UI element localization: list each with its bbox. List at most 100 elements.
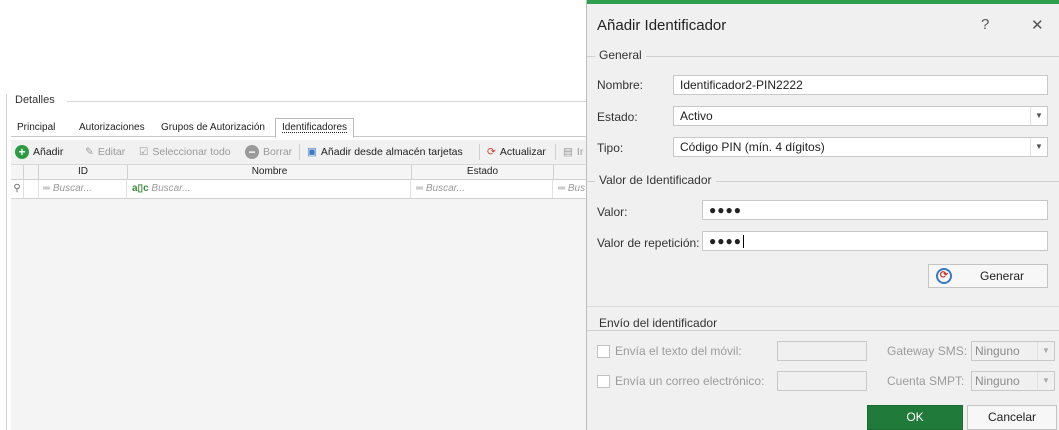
- details-panel: Detalles Principal Autorizaciones Grupos…: [6, 94, 607, 430]
- grid-body[interactable]: [11, 199, 607, 430]
- tab-principal[interactable]: Principal: [15, 120, 57, 136]
- send-section-outer-line: [587, 306, 1059, 307]
- edit-button[interactable]: ✎ Editar: [85, 144, 125, 160]
- tab-autorizaciones[interactable]: Autorizaciones: [77, 120, 147, 136]
- value-section-caption: Valor de Identificador: [595, 173, 716, 187]
- smtp-account-dropdown[interactable]: Ninguno ▼: [971, 371, 1055, 391]
- chevron-down-icon[interactable]: ▼: [1030, 107, 1047, 125]
- send-section-line: [587, 330, 1059, 331]
- filter-check-cell: [24, 180, 39, 198]
- import-icon: ▤: [563, 146, 573, 158]
- general-section-line: [587, 56, 1059, 57]
- gateway-sms-label: Gateway SMS:: [887, 344, 968, 358]
- truncated-button-label: Ir: [576, 146, 584, 158]
- smtp-account-value: Ninguno: [975, 374, 1020, 388]
- filter-id[interactable]: ═ Buscar...: [39, 180, 127, 198]
- tab-grupos-autorizacion[interactable]: Grupos de Autorización: [159, 120, 267, 136]
- filter-id-placeholder: Buscar...: [52, 183, 92, 194]
- repeat-value-password-field[interactable]: ●●●●: [702, 231, 1048, 251]
- column-header-estado[interactable]: Estado: [412, 165, 554, 179]
- add-button-label: Añadir: [33, 146, 64, 158]
- repeat-value-label: Valor de repetición:: [597, 236, 700, 250]
- select-all-button[interactable]: ☑ Seleccionar todo: [139, 144, 231, 160]
- toolbar: + Añadir ✎ Editar ☑ Seleccionar todo − B…: [11, 140, 607, 165]
- add-identifier-dialog: Añadir Identificador ? ✕ General Nombre:…: [586, 0, 1059, 430]
- chevron-down-icon[interactable]: ▼: [1037, 342, 1054, 360]
- toolbar-separator: [299, 144, 300, 160]
- delete-button[interactable]: − Borrar: [245, 144, 292, 160]
- minus-icon: −: [245, 145, 259, 159]
- delete-button-label: Borrar: [263, 146, 293, 158]
- details-group-title: Detalles: [13, 94, 57, 106]
- card-store-icon: ▣: [307, 146, 317, 158]
- grid-header: ID Nombre Estado: [11, 165, 607, 180]
- equals-icon: ═: [43, 183, 53, 194]
- filter-estado[interactable]: ═ Buscar...: [412, 180, 553, 198]
- generate-button-label: Generar: [979, 269, 1025, 283]
- text-filter-icon: a▯c: [132, 183, 152, 194]
- check-header: [24, 165, 39, 179]
- type-label: Tipo:: [597, 141, 624, 155]
- chevron-down-icon[interactable]: ▼: [1037, 372, 1054, 390]
- value-label: Valor:: [597, 205, 628, 219]
- send-section-caption: Envío del identificador: [595, 316, 722, 330]
- gateway-sms-value: Ninguno: [975, 344, 1020, 358]
- pencil-icon: ✎: [85, 146, 94, 158]
- truncated-button[interactable]: ▤ Ir: [563, 144, 583, 160]
- group-divider: [67, 101, 607, 102]
- refresh-icon: ⟳: [487, 146, 496, 158]
- generate-button[interactable]: ⟳ Generar: [928, 264, 1048, 288]
- type-dropdown[interactable]: Código PIN (mín. 4 dígitos) ▼: [673, 137, 1048, 157]
- grid-filter-row: ⚲ ═ Buscar... a▯c Buscar... ═ Buscar... …: [11, 180, 607, 199]
- gateway-sms-dropdown[interactable]: Ninguno ▼: [971, 341, 1055, 361]
- refresh-button-label: Actualizar: [499, 146, 546, 158]
- add-from-store-button[interactable]: ▣ Añadir desde almacén tarjetas: [307, 144, 463, 160]
- sms-text-field[interactable]: [777, 341, 867, 361]
- value-mask: ●●●●: [709, 203, 742, 217]
- send-sms-checkbox[interactable]: [597, 345, 610, 358]
- text-caret: [743, 235, 744, 249]
- column-header-id[interactable]: ID: [39, 165, 128, 179]
- status-label: Estado:: [597, 110, 638, 124]
- name-label: Nombre:: [597, 78, 644, 92]
- select-all-label: Seleccionar todo: [152, 146, 231, 158]
- send-email-label: Envía un correo electrónico:: [615, 374, 765, 388]
- dialog-title: Añadir Identificador: [597, 17, 727, 34]
- chevron-down-icon[interactable]: ▼: [1030, 138, 1047, 156]
- add-button[interactable]: + Añadir: [15, 144, 63, 160]
- plus-icon: +: [15, 145, 29, 159]
- equals-icon: ═: [416, 183, 426, 194]
- email-field[interactable]: [777, 371, 867, 391]
- filter-truncated-placeholder: Bus: [567, 183, 586, 194]
- general-section-caption: General: [595, 48, 646, 62]
- add-from-store-label: Añadir desde almacén tarjetas: [320, 146, 463, 158]
- send-sms-label: Envía el texto del móvil:: [615, 344, 742, 358]
- cancel-button[interactable]: Cancelar: [967, 405, 1057, 430]
- column-header-nombre[interactable]: Nombre: [128, 165, 412, 179]
- refresh-button[interactable]: ⟳ Actualizar: [487, 144, 546, 160]
- repeat-value-mask: ●●●●: [709, 234, 742, 248]
- help-icon[interactable]: ?: [981, 16, 989, 33]
- status-value: Activo: [680, 109, 713, 123]
- filter-nombre-placeholder: Buscar...: [151, 183, 191, 194]
- select-all-icon: ☑: [139, 146, 149, 158]
- smtp-account-label: Cuenta SMPT:: [887, 374, 965, 388]
- send-email-checkbox[interactable]: [597, 375, 610, 388]
- filter-nombre[interactable]: a▯c Buscar...: [128, 180, 411, 198]
- type-value: Código PIN (mín. 4 dígitos): [680, 140, 825, 154]
- equals-icon: ═: [558, 183, 568, 194]
- toolbar-separator: [555, 144, 556, 160]
- name-field[interactable]: Identificador2-PIN2222: [673, 75, 1048, 95]
- dialog-top-accent: [587, 0, 1059, 4]
- tab-strip: Principal Autorizaciones Grupos de Autor…: [11, 118, 607, 138]
- status-dropdown[interactable]: Activo ▼: [673, 106, 1048, 126]
- filter-estado-placeholder: Buscar...: [425, 183, 465, 194]
- value-password-field[interactable]: ●●●●: [702, 200, 1048, 220]
- close-icon[interactable]: ✕: [1031, 16, 1044, 34]
- tab-identificadores[interactable]: Identificadores: [275, 118, 355, 138]
- ok-button[interactable]: OK: [867, 405, 963, 430]
- row-indicator-header: [11, 165, 24, 179]
- edit-button-label: Editar: [97, 146, 126, 158]
- search-icon: ⚲: [11, 180, 24, 198]
- toolbar-separator: [479, 144, 480, 160]
